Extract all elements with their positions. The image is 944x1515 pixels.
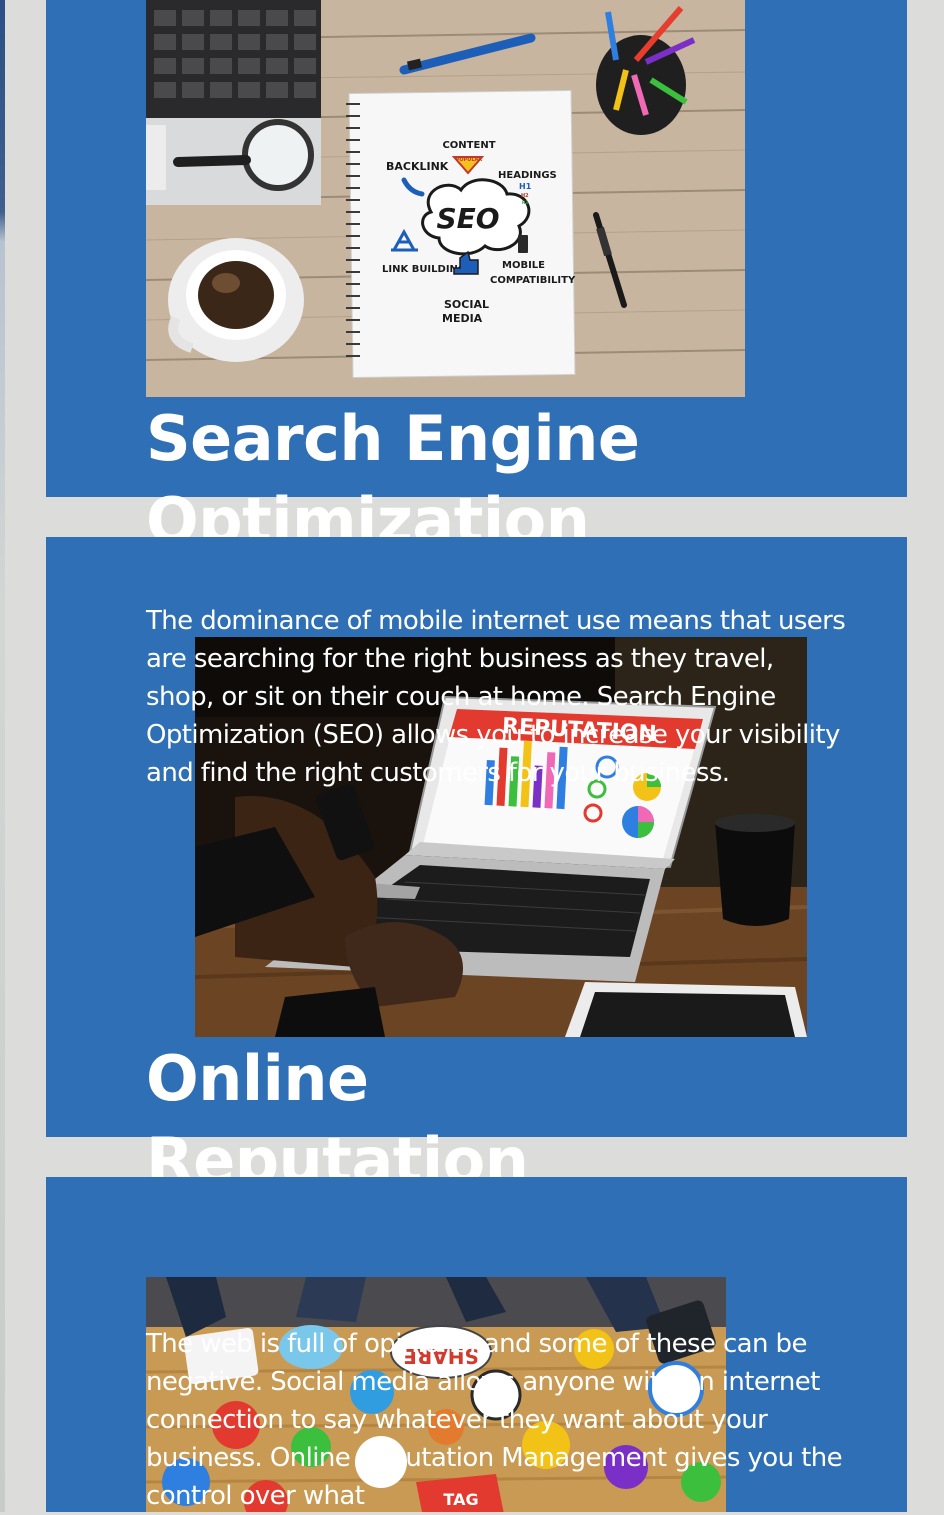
h2-label: H2	[521, 193, 529, 199]
compatibility-label: COMPATIBILITY	[490, 275, 576, 286]
h1-label: H1	[519, 182, 532, 191]
h3-label: H3	[522, 200, 528, 205]
popular-label: POPULAR	[456, 157, 483, 163]
mobile-label: MOBILE	[502, 260, 545, 271]
headings-label: HEADINGS	[498, 170, 557, 181]
social-label: SOCIAL	[444, 298, 489, 311]
seo-cloud-label: SEO	[436, 202, 499, 235]
backlink-label: BACKLINK	[386, 160, 449, 173]
seo-image: SEO CONTENT POPULAR BACKLINK HEADINGS H1…	[146, 0, 745, 397]
media-label: MEDIA	[442, 312, 483, 325]
content-label: CONTENT	[442, 140, 495, 151]
window-edge	[0, 0, 5, 1512]
reputation-description: The web is full of opinions, and some of…	[146, 1329, 843, 1511]
seo-description: The dominance of mobile internet use mea…	[146, 606, 846, 788]
